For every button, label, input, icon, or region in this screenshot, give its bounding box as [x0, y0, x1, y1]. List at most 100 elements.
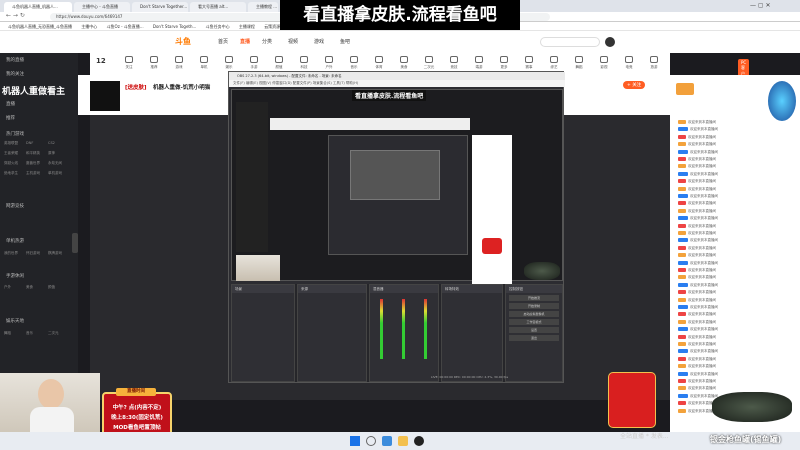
category-item[interactable]: 更多: [495, 56, 513, 70]
sidebar-item[interactable]: 推荐: [6, 115, 15, 121]
category-item[interactable]: 舞蹈: [570, 56, 588, 70]
category-item[interactable]: 二次元: [420, 56, 438, 70]
nav-fishbar[interactable]: 鱼吧: [340, 38, 350, 45]
category-item[interactable]: 竞技: [445, 56, 463, 70]
category-item[interactable]: 游戏: [170, 56, 188, 70]
bookmark-2[interactable]: 主播中心: [81, 24, 97, 29]
site-search-input[interactable]: [540, 37, 600, 47]
category-item[interactable]: 美食: [395, 56, 413, 70]
obs-menu-item[interactable]: 视图(V): [259, 81, 271, 85]
obs-menu-item[interactable]: 编辑(E): [246, 81, 258, 85]
sidebar-game[interactable]: 永劫无间: [48, 161, 70, 166]
sidebar-item[interactable]: 我的关注: [6, 71, 24, 77]
category-item[interactable]: 影视: [595, 56, 613, 70]
browser-tab-3[interactable]: Don't Starve Together...: [132, 2, 188, 12]
sidebar-game[interactable]: DNF: [26, 141, 48, 145]
sidebar-game[interactable]: 音乐: [26, 331, 48, 336]
sidebar-game[interactable]: 户外: [4, 285, 26, 290]
sidebar-item[interactable]: 单机热游: [6, 238, 24, 244]
category-item[interactable]: 关注: [120, 56, 138, 70]
settings-button[interactable]: 设置: [509, 327, 559, 333]
nav-live[interactable]: 直播: [240, 38, 250, 45]
obs-menu-item[interactable]: 帮助(H): [346, 81, 358, 85]
category-item[interactable]: 赛事: [520, 56, 538, 70]
sidebar-game[interactable]: CS2: [48, 141, 70, 145]
gift-box-icon[interactable]: [608, 372, 656, 428]
category-item[interactable]: 综艺: [545, 56, 563, 70]
chat-message: 欢迎来到本直播间: [678, 126, 796, 132]
nav-arrows-icon[interactable]: ← → ↻: [6, 12, 25, 19]
sidebar-game[interactable]: 魔兽世界: [26, 161, 48, 166]
nav-video[interactable]: 视频: [288, 38, 298, 45]
exit-button[interactable]: 退出: [509, 335, 559, 341]
studio-mode-button[interactable]: 工作室模式: [509, 319, 559, 325]
category-item[interactable]: 单机: [195, 56, 213, 70]
bookmark-6[interactable]: 主播课程: [239, 24, 255, 29]
streamer-avatar[interactable]: [90, 81, 120, 111]
sidebar-game[interactable]: 原神: [48, 151, 70, 156]
sidebar-game[interactable]: 穿越火线: [4, 161, 26, 166]
bookmark-5[interactable]: 斗鱼任务中心: [206, 24, 230, 29]
bookmark-4[interactable]: Don't Starve Togeth...: [153, 24, 196, 29]
browser-tab-2[interactable]: 主播中心 - 斗鱼直播: [74, 2, 130, 12]
sidebar-game[interactable]: 主机游戏: [26, 171, 48, 176]
browser-icon[interactable]: [382, 436, 392, 446]
obs-icon[interactable]: [414, 436, 424, 446]
category-item[interactable]: 户外: [320, 56, 338, 70]
category-item[interactable]: 科技: [295, 56, 313, 70]
folder-icon[interactable]: [398, 436, 408, 446]
bookmark-3[interactable]: 斗鱼Oz - 斗鱼直播...: [107, 24, 144, 29]
sidebar-game[interactable]: 美食: [26, 285, 48, 290]
windows-start-icon[interactable]: [350, 436, 360, 446]
sidebar-game[interactable]: 绝地求生: [4, 171, 26, 176]
bookmark-1[interactable]: 斗鱼机器人直播_无恐直播_斗鱼直播: [8, 24, 72, 29]
sidebar-collapse-handle[interactable]: [72, 233, 78, 253]
sidebar-game[interactable]: 怀旧游戏: [26, 251, 48, 256]
obs-menu-item[interactable]: 停靠窗口(D): [272, 81, 291, 85]
sidebar-item[interactable]: 热门游戏: [6, 131, 24, 137]
nav-game[interactable]: 游戏: [314, 38, 324, 45]
category-item[interactable]: 娱乐: [220, 56, 238, 70]
sidebar-game[interactable]: 单机游戏: [48, 171, 70, 176]
category-item[interactable]: 体育: [370, 56, 388, 70]
sidebar-game[interactable]: 我的世界: [4, 251, 26, 256]
follow-button[interactable]: + 关注: [623, 81, 646, 89]
sidebar-game[interactable]: 颜值: [48, 285, 70, 290]
category-item[interactable]: 手游: [245, 56, 263, 70]
sidebar-game[interactable]: 王者荣耀: [4, 151, 26, 156]
obs-menu-item[interactable]: 工具(T): [333, 81, 345, 85]
sidebar-item[interactable]: 直播: [6, 101, 15, 107]
category-item[interactable]: 推荐: [145, 56, 163, 70]
category-item[interactable]: 旅游: [645, 56, 663, 70]
window-controls-icon[interactable]: — ▢ ✕: [750, 2, 771, 9]
avatar[interactable]: [605, 37, 615, 47]
category-item[interactable]: 端游: [470, 56, 488, 70]
site-logo[interactable]: 斗鱼: [175, 36, 191, 47]
sidebar-item[interactable]: 手游休闲: [6, 273, 24, 279]
obs-menu-item[interactable]: 配置文件(P): [293, 81, 312, 85]
sidebar-game[interactable]: 英雄联盟: [4, 141, 26, 146]
obs-menu-item[interactable]: 场景集合(S): [313, 81, 332, 85]
nav-home[interactable]: 首页: [218, 38, 228, 45]
nav-category[interactable]: 分类: [262, 38, 272, 45]
browser-tab-1[interactable]: 斗鱼机器人直播_机器人...: [4, 2, 72, 12]
browser-tab-4[interactable]: 看大号直播 alt...: [190, 2, 246, 12]
obs-preview[interactable]: 看直播拿皮肤.流程看鱼吧: [231, 89, 563, 285]
obs-menu-item[interactable]: 文件(F): [233, 81, 245, 85]
sidebar-item[interactable]: 娱乐天地: [6, 318, 24, 324]
sidebar-game[interactable]: 舞蹈: [4, 331, 26, 336]
start-stream-button[interactable]: 开始推流: [509, 295, 559, 301]
category-icon: [125, 56, 133, 63]
sidebar-item[interactable]: 网游竞技: [6, 203, 24, 209]
search-icon[interactable]: [366, 436, 376, 446]
sidebar-item[interactable]: 我的直播: [6, 57, 24, 63]
category-item[interactable]: 音乐: [345, 56, 363, 70]
sidebar-game[interactable]: 和平精英: [26, 151, 48, 156]
category-item[interactable]: 电竞: [620, 56, 638, 70]
virtual-cam-button[interactable]: 启动虚拟摄像机: [509, 311, 559, 317]
sidebar-game[interactable]: 棋牌游戏: [48, 251, 70, 256]
browser-tab-5[interactable]: 主播教程 ...: [248, 2, 278, 12]
sidebar-game[interactable]: 二次元: [48, 331, 70, 336]
category-item[interactable]: 颜值: [270, 56, 288, 70]
start-record-button[interactable]: 开始录制: [509, 303, 559, 309]
